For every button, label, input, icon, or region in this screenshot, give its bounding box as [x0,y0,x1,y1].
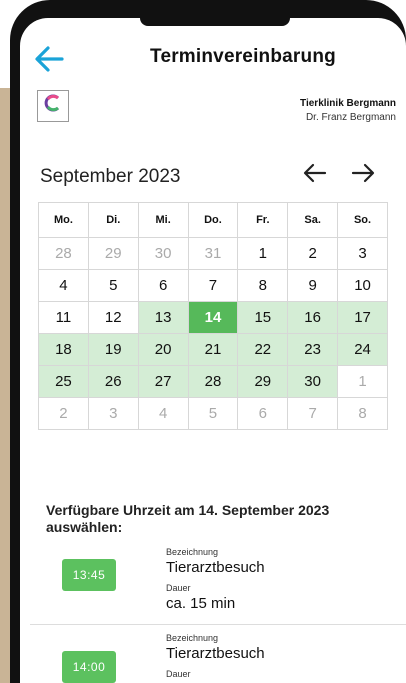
calendar-day[interactable]: 9 [287,269,339,302]
phone-notch [140,18,290,26]
prev-month-button[interactable] [302,160,328,192]
calendar-week-row: 11 12 13 14 15 16 17 [38,301,388,334]
duration-label: Dauer [166,583,191,593]
appointment-name: Tierarztbesuch [166,645,265,662]
arrow-left-icon [303,163,327,183]
clinic-name: Tierklinik Bergmann [300,98,396,109]
calendar-day[interactable]: 3 [337,237,388,270]
logo-mark [44,94,60,112]
app-screen: Terminvereinbarung Tierklinik Bergmann D… [20,18,406,683]
month-label: September 2023 [40,166,181,187]
calendar-day[interactable]: 15 [237,301,289,334]
calendar-day[interactable]: 20 [137,333,189,366]
calendar-day[interactable]: 22 [237,333,289,366]
calendar-day[interactable]: 4 [38,269,89,302]
doctor-name: Dr. Franz Bergmann [305,112,396,123]
page-title: Terminvereinbarung [150,46,336,67]
calendar-day[interactable]: 5 [87,269,139,302]
calendar-day[interactable]: 14 [187,301,239,334]
calendar-day[interactable]: 7 [287,397,339,430]
weekday-label: So. [337,202,388,238]
calendar-day[interactable]: 8 [237,269,289,302]
back-button[interactable] [32,42,68,78]
weekday-label: Mo. [38,202,89,238]
calendar-day[interactable]: 19 [87,333,139,366]
clinic-logo [37,90,69,122]
time-slot[interactable]: 14:00 Bezeichnung Tierarztbesuch Dauer [40,625,386,683]
calendar-day[interactable]: 1 [337,365,388,398]
duration-label: Dauer [166,669,191,679]
calendar-week-row: 18 19 20 21 22 23 24 [38,333,388,366]
calendar-body: 28 29 30 31 1 2 3 4 5 6 7 8 9 10 11 12 13 14 15 16 17 18 19 20 2… [38,237,388,430]
calendar-day[interactable]: 2 [38,397,89,430]
weekday-label: Mi. [137,202,189,238]
weekday-header-row: Mo. Di. Mi. Do. Fr. Sa. So. [38,202,388,238]
time-slot-button[interactable]: 14:00 [62,651,116,683]
calendar-day[interactable]: 8 [337,397,388,430]
calendar-day[interactable]: 7 [187,269,239,302]
name-label: Bezeichnung [166,547,219,557]
calendar-day[interactable]: 6 [137,269,189,302]
calendar-day[interactable]: 1 [237,237,289,270]
next-month-button[interactable] [350,160,376,192]
appointment-duration: ca. 15 min [166,595,236,612]
calendar-day[interactable]: 25 [38,365,89,398]
calendar-day[interactable]: 28 [187,365,239,398]
calendar-day[interactable]: 28 [38,237,89,270]
weekday-label: Di. [87,202,139,238]
calendar-day[interactable]: 27 [137,365,189,398]
calendar-day[interactable]: 11 [38,301,89,334]
time-slot[interactable]: 13:45 Bezeichnung Tierarztbesuch Dauer c… [40,537,386,617]
calendar-day[interactable]: 24 [337,333,388,366]
calendar-day[interactable]: 23 [287,333,339,366]
available-times-heading: Verfügbare Uhrzeit am 14. September 2023… [46,502,330,535]
weekday-label: Sa. [287,202,339,238]
calendar-day[interactable]: 29 [237,365,289,398]
calendar-day[interactable]: 6 [237,397,289,430]
calendar-week-row: 4 5 6 7 8 9 10 [38,269,388,302]
calendar-day[interactable]: 18 [38,333,89,366]
calendar-day[interactable]: 2 [287,237,339,270]
calendar-day[interactable]: 3 [87,397,139,430]
calendar-day[interactable]: 26 [87,365,139,398]
weekday-label: Fr. [237,202,289,238]
clinic-info: Tierklinik Bergmann Dr. Franz Bergmann [300,98,396,123]
arrow-left-icon [35,46,64,72]
calendar-week-row: 2345678 [38,397,388,430]
calendar-day[interactable]: 4 [137,397,189,430]
name-label: Bezeichnung [166,633,219,643]
calendar-week-row: 25 26 27 28 29 30 1 [38,365,388,398]
calendar-day[interactable]: 21 [187,333,239,366]
calendar-grid: Mo. Di. Mi. Do. Fr. Sa. So. 28 29 30 31 1 2 3 4… [38,202,388,430]
top-bar: Terminvereinbarung [20,40,406,80]
appointment-name: Tierarztbesuch [166,559,265,576]
calendar-day[interactable]: 5 [187,397,239,430]
calendar-day[interactable]: 31 [187,237,239,270]
calendar-day[interactable]: 10 [337,269,388,302]
arrow-right-icon [351,163,375,183]
calendar-day[interactable]: 13 [137,301,189,334]
calendar-day[interactable]: 29 [87,237,139,270]
calendar-day[interactable]: 12 [87,301,139,334]
calendar-day[interactable]: 17 [337,301,388,334]
time-slot-button[interactable]: 13:45 [62,559,116,591]
calendar-week-row: 28 29 30 31 1 2 3 [38,237,388,270]
calendar-day[interactable]: 16 [287,301,339,334]
weekday-label: Do. [187,202,239,238]
calendar-day[interactable]: 30 [287,365,339,398]
calendar-day[interactable]: 30 [137,237,189,270]
